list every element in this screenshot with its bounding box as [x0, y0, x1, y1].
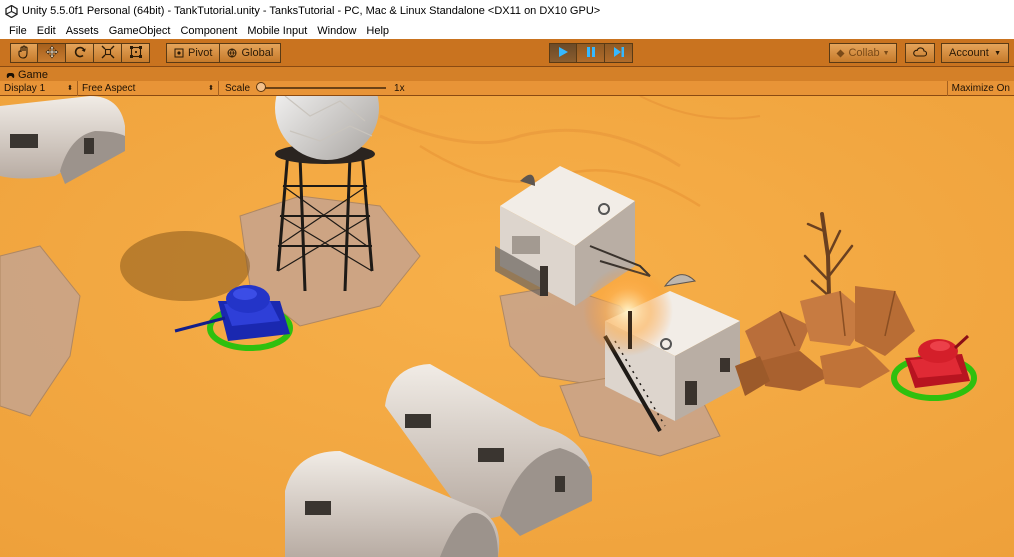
- scale-slider[interactable]: [256, 82, 387, 92]
- pause-button[interactable]: [577, 43, 605, 63]
- unity-logo-icon: [4, 4, 18, 18]
- step-icon: [613, 46, 625, 61]
- pause-icon: [585, 46, 597, 61]
- tab-game-label: Game: [18, 69, 48, 81]
- game-tab-strip: Game: [0, 67, 1014, 81]
- menu-help[interactable]: Help: [361, 25, 394, 37]
- hand-tool-button[interactable]: [10, 43, 38, 63]
- tab-game[interactable]: Game: [6, 69, 48, 81]
- menu-window[interactable]: Window: [312, 25, 361, 37]
- main-toolbar: Pivot Global Collab ▼ Account ▼: [0, 39, 1014, 67]
- scale-control: Scale 1x: [219, 82, 405, 94]
- account-group: Account ▼: [941, 43, 1009, 63]
- scale-tool-button[interactable]: [94, 43, 122, 63]
- game-view-controls: Display 1 ⬍ Free Aspect ⬍ Scale 1x Maxim…: [0, 80, 1014, 96]
- display-dropdown[interactable]: Display 1 ⬍: [0, 80, 78, 96]
- window-title: Unity 5.5.0f1 Personal (64bit) - TankTut…: [22, 5, 601, 17]
- collab-label: Collab: [848, 47, 880, 59]
- menu-mobile-input[interactable]: Mobile Input: [242, 25, 312, 37]
- menu-assets[interactable]: Assets: [61, 25, 104, 37]
- pivot-label: Pivot: [188, 47, 213, 59]
- play-icon: [557, 46, 569, 61]
- globe-icon: [227, 48, 237, 58]
- play-button[interactable]: [549, 43, 577, 63]
- rect-icon: [129, 45, 143, 62]
- maximize-label: Maximize On: [951, 83, 1010, 94]
- game-controller-icon: [6, 71, 15, 79]
- rotate-icon: [73, 45, 87, 62]
- move-icon: [45, 45, 59, 62]
- pivot-button[interactable]: Pivot: [166, 43, 221, 63]
- chevron-down-icon: ▼: [882, 49, 890, 57]
- aspect-dropdown[interactable]: Free Aspect ⬍: [78, 80, 219, 96]
- global-label: Global: [241, 47, 274, 59]
- scale-slider-handle[interactable]: [256, 82, 267, 92]
- account-dropdown[interactable]: Account ▼: [941, 43, 1009, 63]
- rect-tool-button[interactable]: [122, 43, 150, 63]
- aspect-label: Free Aspect: [82, 82, 136, 94]
- cloud-group: [905, 43, 935, 63]
- account-label: Account: [949, 47, 989, 59]
- game-viewport[interactable]: [0, 96, 1014, 557]
- dropdown-arrows-icon: ⬍: [208, 85, 214, 92]
- menu-gameobject[interactable]: GameObject: [104, 25, 176, 37]
- rotate-tool-button[interactable]: [66, 43, 94, 63]
- game-scene: [0, 96, 1014, 557]
- title-bar: Unity 5.5.0f1 Personal (64bit) - TankTut…: [0, 0, 1014, 22]
- collab-icon: [836, 49, 845, 58]
- transform-tools: [10, 43, 150, 63]
- chevron-down-icon: ▼: [994, 49, 1001, 57]
- scale-label: Scale: [225, 82, 251, 94]
- play-controls: [549, 43, 633, 63]
- collab-button[interactable]: Collab ▼: [829, 43, 897, 63]
- menu-component[interactable]: Component: [175, 25, 242, 37]
- menu-edit[interactable]: Edit: [32, 25, 61, 37]
- pivot-icon: [174, 48, 184, 58]
- maximize-on-play-toggle[interactable]: Maximize On: [946, 81, 1014, 96]
- pivot-controls: Pivot Global: [166, 43, 282, 63]
- collab-group: Collab ▼: [829, 43, 897, 63]
- global-button[interactable]: Global: [220, 43, 282, 63]
- cloud-icon: [913, 46, 928, 60]
- step-button[interactable]: [605, 43, 633, 63]
- scale-icon: [101, 45, 115, 62]
- cloud-button[interactable]: [905, 43, 935, 63]
- hand-icon: [17, 44, 31, 62]
- display-label: Display 1: [4, 82, 46, 94]
- dropdown-arrows-icon: ⬍: [67, 85, 73, 92]
- move-tool-button[interactable]: [38, 43, 66, 63]
- scale-value: 1x: [394, 82, 405, 94]
- menu-file[interactable]: File: [4, 25, 32, 37]
- menu-bar: File Edit Assets GameObject Component Mo…: [0, 22, 1014, 39]
